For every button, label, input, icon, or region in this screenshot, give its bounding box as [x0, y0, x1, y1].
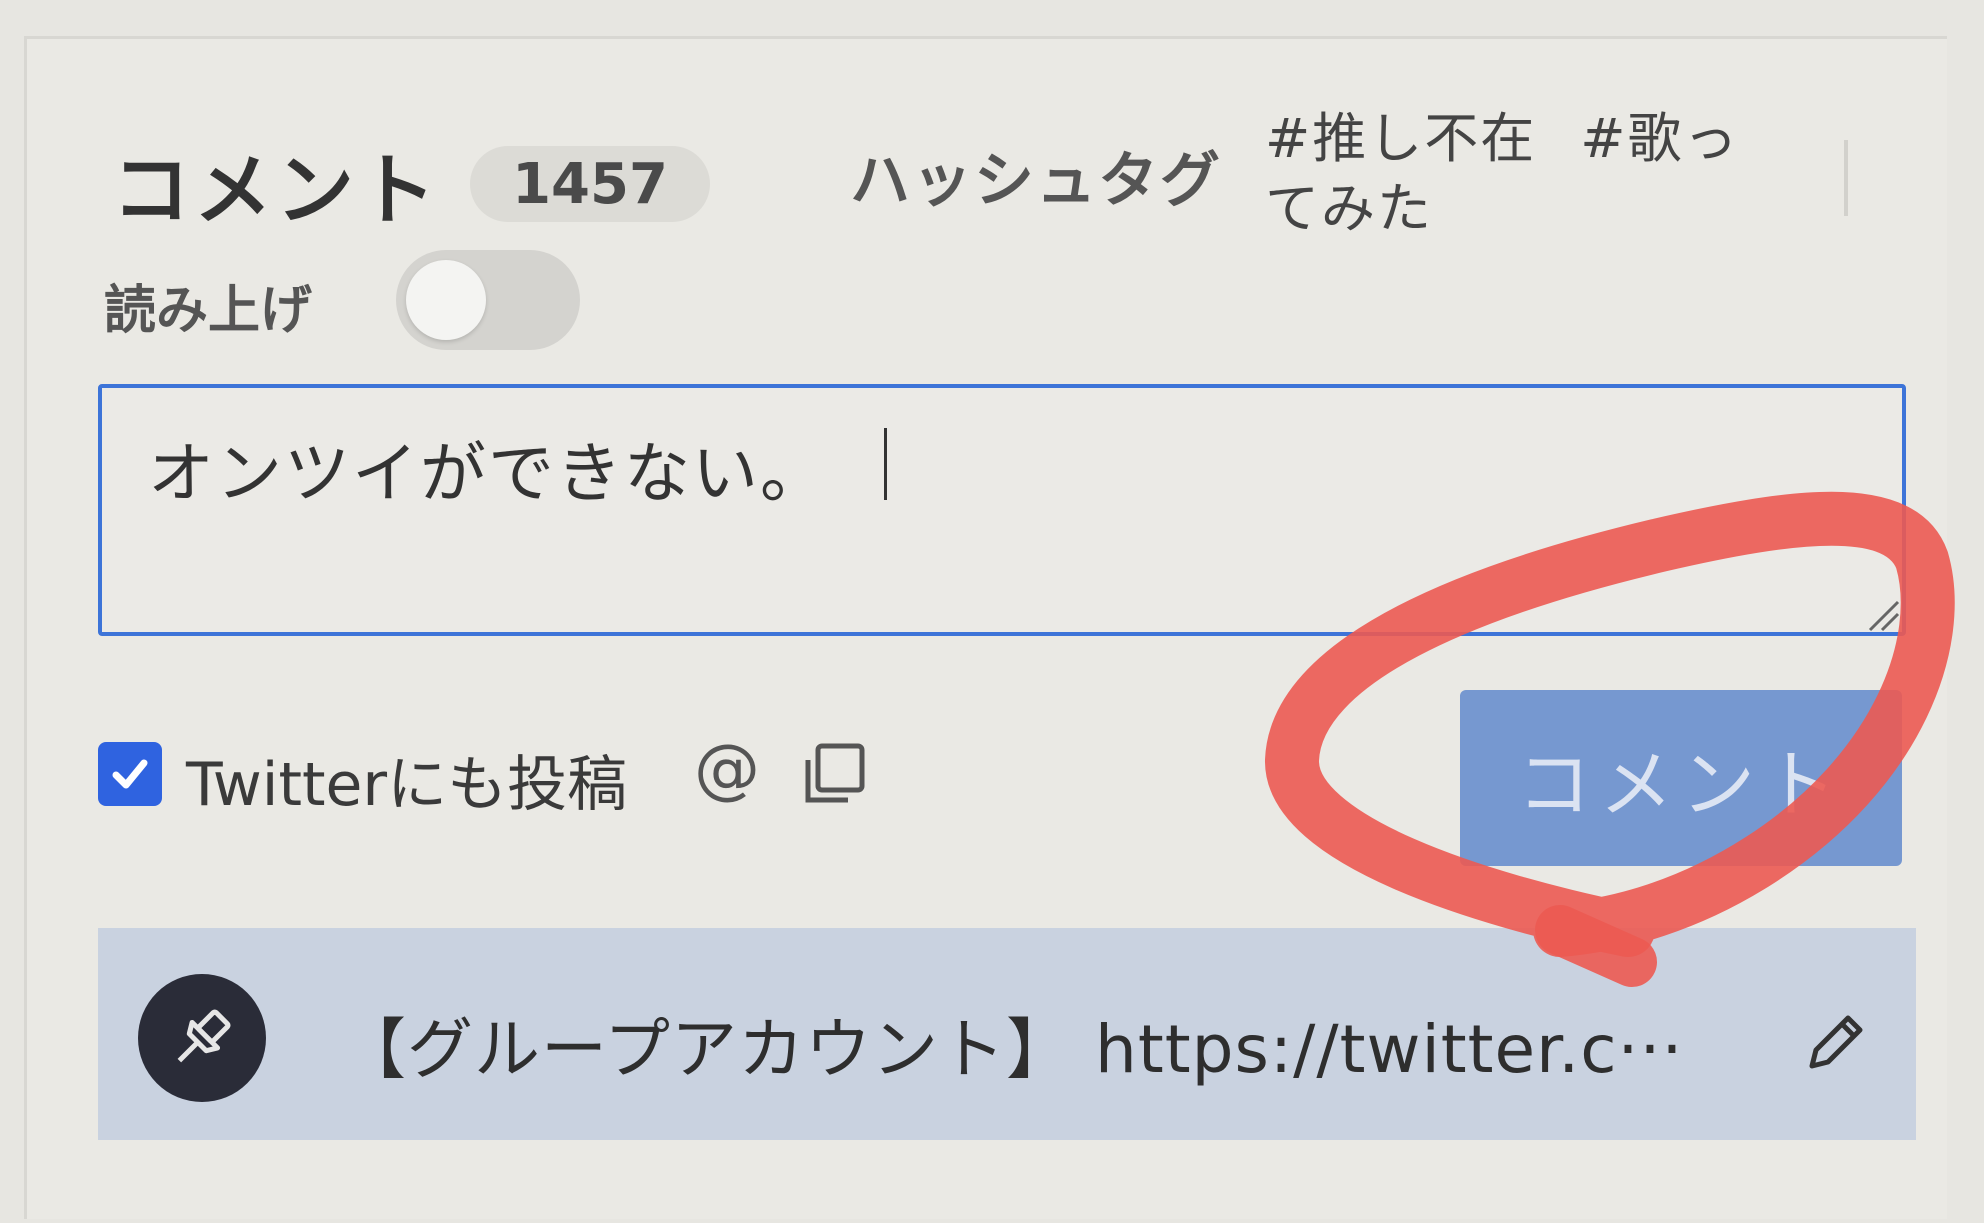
hashtag-label: ハッシュタグ: [850, 146, 1222, 216]
resize-handle-icon[interactable]: [1866, 598, 1900, 632]
pin-avatar: [138, 974, 266, 1102]
readout-toggle[interactable]: [396, 250, 580, 350]
twitter-share-checkbox[interactable]: [98, 742, 162, 806]
hashtag-list: #推し不在 #歌ってみた: [1265, 104, 1785, 244]
pinned-comment-text: 【グループアカウント】 https://twitter.c···: [340, 1011, 1684, 1088]
header-divider: [1844, 140, 1848, 216]
pencil-icon[interactable]: [1798, 1004, 1874, 1080]
comment-count-badge: 1457: [470, 146, 710, 222]
submit-comment-button[interactable]: コメント: [1460, 690, 1902, 866]
pin-icon: [177, 1009, 231, 1063]
text-caret: [884, 428, 887, 500]
toggle-knob: [406, 260, 486, 340]
at-icon[interactable]: @: [694, 730, 760, 807]
copy-icon[interactable]: [800, 740, 870, 810]
hashtag-item[interactable]: #推し不在: [1265, 107, 1536, 170]
twitter-share-label[interactable]: Twitterにも投稿: [186, 736, 627, 823]
readout-label: 読み上げ: [104, 281, 313, 341]
comment-section-title: コメント: [112, 146, 441, 236]
checkbox-check-icon: [112, 759, 148, 789]
comment-input-value: オンツイができない。: [148, 435, 828, 512]
